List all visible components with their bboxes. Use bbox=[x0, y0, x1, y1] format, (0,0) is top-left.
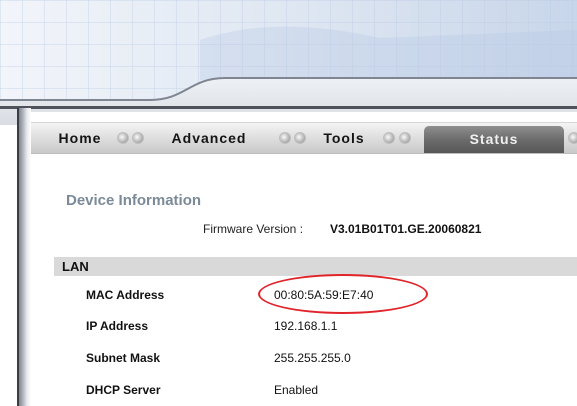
dhcp-server-value: Enabled bbox=[274, 383, 319, 397]
header-banner bbox=[0, 0, 577, 125]
tab-separator-icon bbox=[399, 132, 411, 144]
mac-address-label: MAC Address bbox=[86, 288, 165, 302]
tab-separator-icon bbox=[294, 132, 306, 144]
tab-separator-icon bbox=[568, 132, 577, 144]
subnet-mask-value: 255.255.255.0 bbox=[274, 351, 351, 365]
firmware-version-label: Firmware Version : bbox=[203, 222, 304, 236]
mac-address-highlight-annotation bbox=[258, 274, 428, 314]
tab-separator-icon bbox=[383, 132, 395, 144]
tab-advanced[interactable]: Advanced bbox=[144, 123, 274, 153]
dhcp-server-label: DHCP Server bbox=[86, 383, 161, 397]
ip-address-value: 192.168.1.1 bbox=[274, 319, 338, 333]
section-title-device-information: Device Information bbox=[66, 192, 202, 209]
tab-separator-icon bbox=[279, 132, 291, 144]
tab-separator-icon bbox=[132, 132, 144, 144]
lan-section-header: LAN bbox=[54, 257, 577, 276]
tab-tools[interactable]: Tools bbox=[313, 123, 375, 153]
tab-home[interactable]: Home bbox=[49, 123, 111, 153]
firmware-version-value: V3.01B01T01.GE.20060821 bbox=[330, 222, 482, 236]
nav-tabs: Home Advanced Tools Status bbox=[31, 122, 577, 154]
subnet-mask-label: Subnet Mask bbox=[86, 351, 161, 365]
tab-separator-icon bbox=[117, 132, 129, 144]
ip-address-label: IP Address bbox=[86, 319, 149, 333]
tab-status[interactable]: Status bbox=[424, 126, 564, 153]
panel-frame-left bbox=[17, 108, 31, 406]
